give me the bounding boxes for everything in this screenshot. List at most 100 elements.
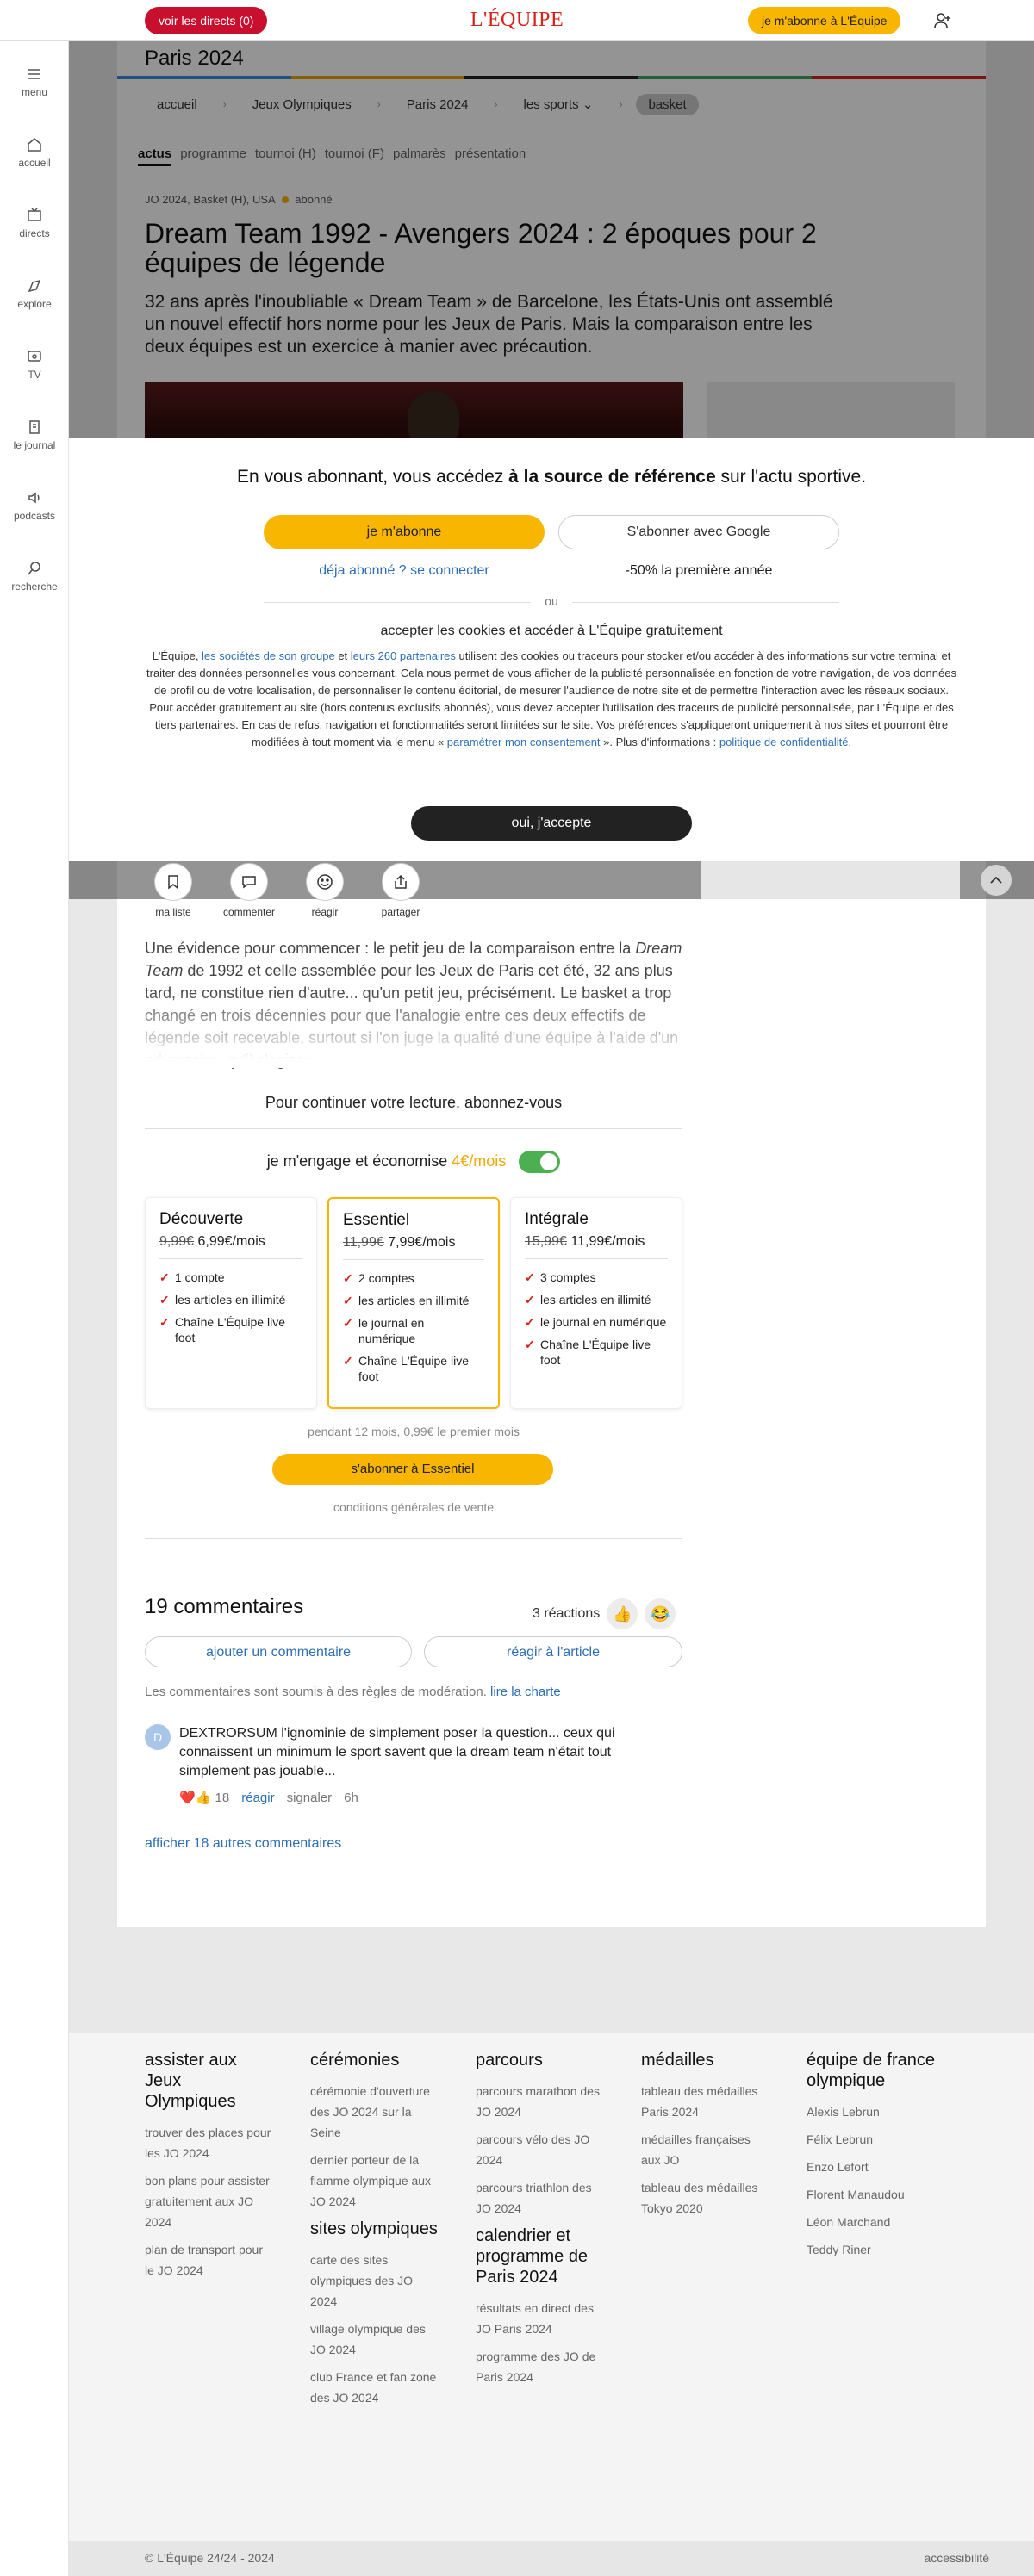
footer-link[interactable]: dernier porteur de la flamme olympique a… <box>310 2150 439 2212</box>
subscribe-essentiel-button[interactable]: s'abonner à Essentiel <box>272 1454 553 1485</box>
old-price: 9,99€ <box>159 1234 195 1249</box>
comment-time: 6h <box>344 1790 358 1805</box>
engagement-toggle[interactable] <box>519 1151 561 1173</box>
add-to-list-button[interactable]: ma liste <box>143 863 203 918</box>
plan-feature: Chaîne L'Équipe live foot <box>159 1314 302 1345</box>
accept-cookies-button[interactable]: oui, j'accepte <box>411 806 692 841</box>
report-button[interactable]: signaler <box>287 1791 333 1805</box>
footer-link[interactable]: programme des JO de Paris 2024 <box>476 2346 605 2387</box>
plan-name: Intégrale <box>525 1210 589 1228</box>
comment-text: DEXTRORSUM l'ignominie de simplement pos… <box>179 1726 615 1778</box>
footer-link[interactable]: médailles françaises aux JO <box>641 2129 770 2170</box>
plan-feature: Chaîne L'Équipe live foot <box>525 1337 668 1368</box>
sidebar-item-tv[interactable]: TV <box>0 348 69 381</box>
footer-column-title: assister aux Jeux Olympiques <box>145 2051 237 2111</box>
privacy-policy-link[interactable]: politique de confidentialité <box>719 736 849 748</box>
old-price: 11,99€ <box>343 1235 384 1250</box>
tv-icon <box>28 351 41 362</box>
footer-link[interactable]: bon plans pour assister gratuitement aux… <box>145 2170 274 2232</box>
lead-bold: à la source de référence <box>508 467 716 487</box>
consent-legal-text: L'Équipe, les sociétés de son groupe et … <box>146 648 956 751</box>
site-footer: assister aux Jeux Olympiques trouver des… <box>69 2033 1034 2541</box>
legal-text: et <box>334 649 351 662</box>
sidebar-item-label: accueil <box>18 157 51 169</box>
plan-card-essentiel[interactable]: Essentiel 11,99€ 7,99€/mois 2 comptes le… <box>327 1197 500 1409</box>
sidebar-item-label: directs <box>19 227 50 239</box>
old-price: 15,99€ <box>525 1234 567 1249</box>
footer-link[interactable]: Léon Marchand <box>807 2212 936 2232</box>
comment-button[interactable]: commenter <box>219 863 279 918</box>
plan-card-integrale[interactable]: Intégrale 15,99€ 11,99€/mois 3 comptes l… <box>510 1197 682 1409</box>
react-button[interactable]: réagir <box>295 863 355 918</box>
search-icon <box>28 562 40 575</box>
sidebar-placeholder <box>701 861 960 899</box>
plan-period-text: pendant 12 mois, 0,99€ le premier mois <box>308 1425 520 1438</box>
user-account-icon[interactable] <box>932 10 953 31</box>
engagement-toggle-row: je m'engage et économise 4€/mois <box>145 1151 682 1173</box>
charter-link[interactable]: lire la charte <box>490 1685 561 1699</box>
plan-feature: Chaîne L'Équipe live foot <box>343 1353 484 1384</box>
add-comment-button[interactable]: ajouter un commentaire <box>145 1636 412 1667</box>
footer-link[interactable]: club France et fan zone des JO 2024 <box>310 2367 439 2408</box>
footer-column-title: parcours <box>476 2051 543 2070</box>
scroll-top-button[interactable] <box>981 865 1012 896</box>
footer-column-parcours: parcours parcours marathon des JO 2024 p… <box>476 2050 605 2394</box>
plan-feature: les articles en illimité <box>343 1293 484 1308</box>
heart-icon: ❤️ <box>179 1791 196 1805</box>
footer-link[interactable]: parcours vélo des JO 2024 <box>476 2129 605 2170</box>
comment-reactions[interactable]: ❤️👍 18 <box>179 1790 229 1805</box>
paywall-title: Pour continuer votre lecture, abonnez-vo… <box>265 1094 563 1111</box>
sidebar-item-label: le journal <box>13 439 56 451</box>
sidebar-item-podcasts[interactable]: podcasts <box>0 489 69 522</box>
footer-link[interactable]: parcours triathlon des JO 2024 <box>476 2177 605 2219</box>
sidebar-item-explore[interactable]: explore <box>0 277 69 310</box>
terms-of-sale-link[interactable]: conditions générales de vente <box>145 1500 682 1514</box>
new-price: 7,99€/mois <box>383 1235 456 1250</box>
sidebar-item-directs[interactable]: directs <box>0 207 69 239</box>
consent-settings-link[interactable]: paramétrer mon consentement <box>447 736 601 748</box>
new-price: 11,99€/mois <box>566 1234 645 1249</box>
sidebar-item-search[interactable]: recherche <box>0 560 69 593</box>
reply-button[interactable]: réagir <box>241 1791 274 1805</box>
footer-link[interactable]: carte des sites olympiques des JO 2024 <box>310 2250 439 2312</box>
sidebar-item-journal[interactable]: le journal <box>0 419 69 451</box>
footer-link[interactable]: Florent Manaudou <box>807 2184 936 2205</box>
footer-link[interactable]: Teddy Riner <box>807 2239 936 2260</box>
likes-count: 18 <box>215 1791 230 1805</box>
footer-link[interactable]: parcours marathon des JO 2024 <box>476 2081 605 2122</box>
plan-card-decouverte[interactable]: Découverte 9,99€ 6,99€/mois 1 compte les… <box>145 1197 317 1409</box>
subscribe-top-button[interactable]: je m'abonne à L'Équipe <box>748 7 901 34</box>
show-more-comments-link[interactable]: afficher 18 autres commentaires <box>145 1836 341 1852</box>
accessibility-link[interactable]: accessibilité <box>925 2551 989 2565</box>
footer-column-title: équipe de france olympique <box>807 2051 936 2090</box>
plan-price: 9,99€ 6,99€/mois <box>159 1234 302 1259</box>
footer-link[interactable]: tableau des médailles Paris 2024 <box>641 2081 770 2122</box>
footer-link[interactable]: village olympique des JO 2024 <box>310 2318 439 2360</box>
footer-link[interactable]: Enzo Lefort <box>807 2157 936 2177</box>
share-button[interactable]: partager <box>371 863 431 918</box>
legal-text: L'Équipe, <box>152 649 202 662</box>
footer-link[interactable]: résultats en direct des JO Paris 2024 <box>476 2298 605 2339</box>
footer-link[interactable]: plan de transport pour le JO 2024 <box>145 2239 274 2281</box>
footer-link[interactable]: tableau des médailles Tokyo 2020 <box>641 2177 770 2219</box>
engage-price: 4€/mois <box>452 1151 507 1170</box>
react-to-article-button[interactable]: réagir à l'article <box>424 1636 682 1667</box>
plan-price: 11,99€ 7,99€/mois <box>343 1235 484 1260</box>
subscribe-button[interactable]: je m'abonne <box>264 515 545 549</box>
moderation-notice: Les commentaires sont soumis à des règle… <box>145 1685 561 1699</box>
consent-lead: En vous abonnant, vous accédez à la sour… <box>69 467 1034 487</box>
footer-link[interactable]: Félix Lebrun <box>807 2129 936 2150</box>
lead-text: En vous abonnant, vous accédez <box>236 467 509 487</box>
group-companies-link[interactable]: les sociétés de son groupe <box>202 649 335 662</box>
sidebar-item-menu[interactable]: menu <box>0 65 69 98</box>
footer-link[interactable]: Alexis Lebrun <box>807 2101 936 2122</box>
sidebar-item-home[interactable]: accueil <box>0 136 69 169</box>
footer-bottom-bar: © L'Équipe 24/24 - 2024 accessibilité <box>69 2541 1034 2576</box>
login-link[interactable]: déja abonné ? se connecter <box>264 563 545 579</box>
footer-link[interactable]: cérémonie d'ouverture des JO 2024 sur la… <box>310 2081 439 2143</box>
avatar[interactable]: D <box>145 1724 171 1750</box>
footer-link[interactable]: trouver des places pour les JO 2024 <box>145 2122 274 2163</box>
partners-link[interactable]: leurs 260 partenaires <box>351 649 456 662</box>
google-subscribe-button[interactable]: S'abonner avec Google <box>558 515 839 549</box>
reactions-summary[interactable]: 3 réactions 👍 😂 <box>533 1598 676 1629</box>
